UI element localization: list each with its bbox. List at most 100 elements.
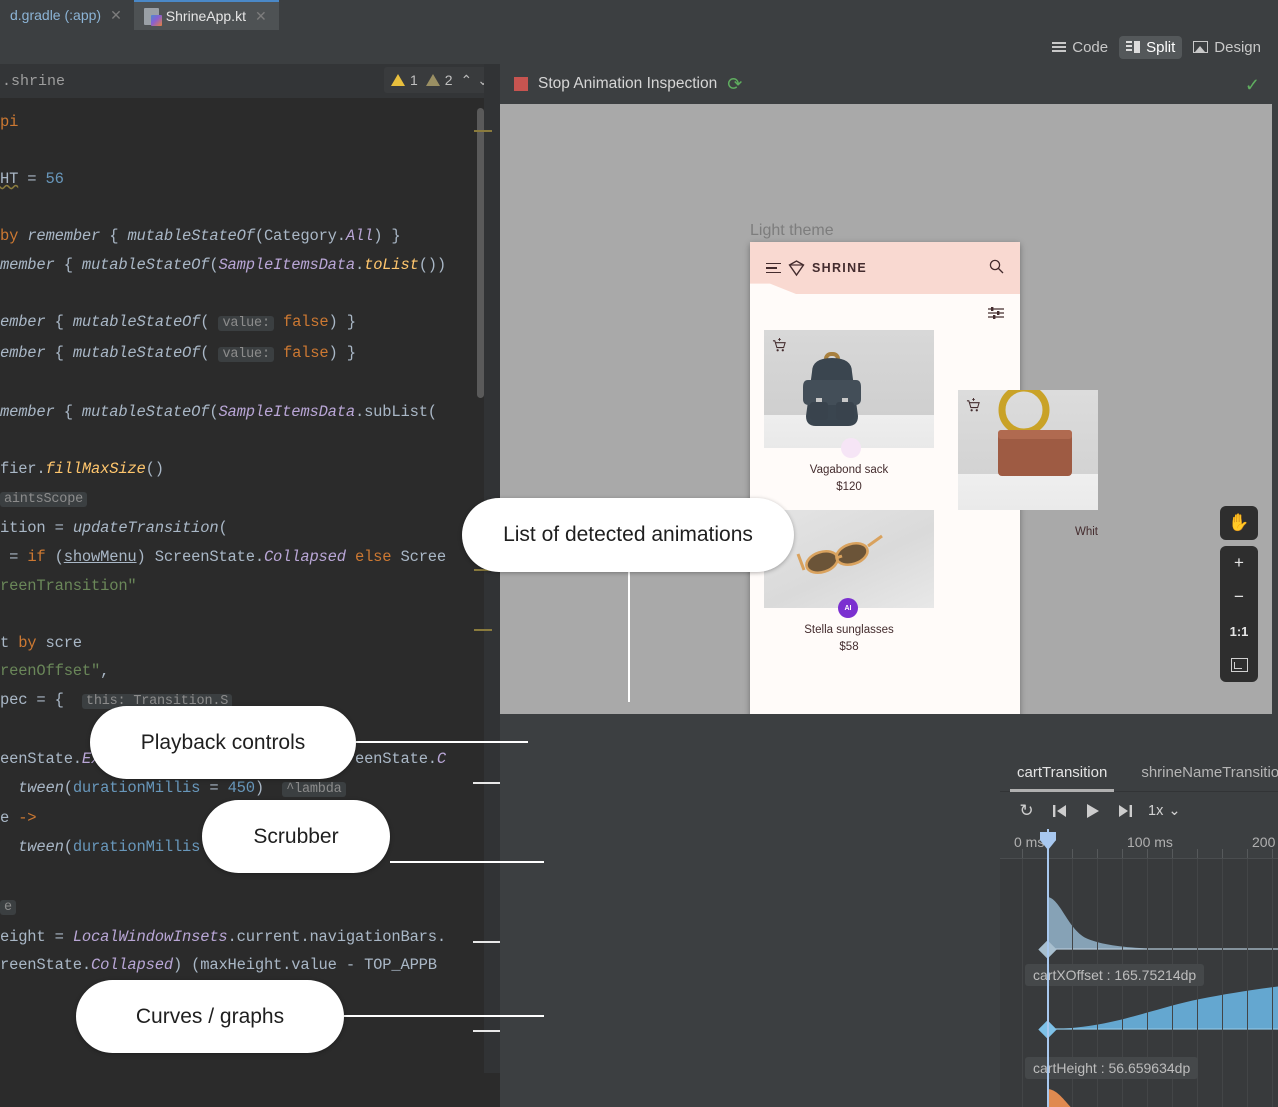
animation-tab-label: shrineNameTransition <box>1141 764 1278 781</box>
code-text-area[interactable]: pi HT = 56 by remember { mutableStateOf(… <box>0 98 483 1107</box>
product-card[interactable]: Vagabond sack $120 <box>764 330 934 493</box>
loop-button[interactable]: ↻ <box>1010 796 1043 826</box>
search-icon[interactable] <box>989 259 1004 278</box>
app-brand-label: SHRINE <box>812 261 867 275</box>
editor-tab-strip: d.gradle (:app) ✕ ShrineApp.kt ✕ <box>0 0 1278 30</box>
editor-warning-marker[interactable] <box>474 629 492 631</box>
animation-tab-bar: cartTransition shrineNameTransition menu… <box>1000 754 1278 792</box>
design-preview-pane: Stop Animation Inspection ⟳ ✓ Light them… <box>500 64 1278 1107</box>
diamond-logo-icon <box>788 260 805 277</box>
callout-playback-controls: Playback controls <box>90 706 356 779</box>
view-mode-label: Split <box>1146 39 1175 56</box>
close-icon[interactable]: ✕ <box>255 8 267 25</box>
zoom-tool-group: + − 1:1 <box>1220 546 1258 682</box>
fit-screen-icon[interactable] <box>1220 648 1258 682</box>
callout-scrubber: Scrubber <box>202 800 390 873</box>
callout-leader-line <box>390 861 544 863</box>
view-mode-label: Code <box>1072 39 1108 56</box>
callout-leader-line <box>356 741 528 743</box>
view-mode-split[interactable]: Split <box>1119 36 1182 59</box>
actual-size-button[interactable]: 1:1 <box>1220 614 1258 648</box>
timeline-tick-label: 100 ms <box>1127 834 1173 850</box>
stop-animation-inspection-button[interactable]: Stop Animation Inspection <box>538 75 717 93</box>
curve-value-label: cartXOffset : 165.75214dp <box>1025 964 1204 986</box>
curve-gridline <box>1222 859 1223 1107</box>
stop-square-icon[interactable] <box>514 77 528 91</box>
product-name: Stella sunglasses <box>764 624 934 636</box>
timeline-tick-label: 200 ms <box>1252 834 1278 850</box>
timeline-tick <box>1197 849 1198 858</box>
product-price: $58 <box>764 641 934 653</box>
preview-device-frame[interactable]: SHRINE <box>750 242 1020 714</box>
callout-list-of-animations: List of detected animations <box>462 498 794 572</box>
playback-controls: ↻ 1x ⌄ ⇄ Closed ▼ to <box>1000 792 1278 829</box>
inspection-widget[interactable]: 1 2 ⌃ ⌄ <box>384 67 496 93</box>
tune-icon[interactable] <box>988 306 1004 325</box>
kotlin-file-icon <box>144 8 159 25</box>
playback-speed-dropdown[interactable]: 1x ⌄ <box>1148 803 1180 819</box>
preview-toolbar: Stop Animation Inspection ⟳ ✓ <box>500 64 1278 104</box>
timeline-tick <box>1122 849 1123 858</box>
hand-icon[interactable]: ✋ <box>1220 506 1258 540</box>
timeline-ticks <box>1000 849 1278 858</box>
editor-tab-label: d.gradle (:app) <box>10 7 101 23</box>
callout-text: Curves / graphs <box>136 1005 284 1029</box>
weak-warning-count: 2 <box>445 72 453 88</box>
editor-caret-marker <box>473 1030 500 1032</box>
skip-to-end-button[interactable] <box>1109 796 1142 826</box>
animation-curves-area[interactable]: cartXOffset : 165.75214dp cartHeight : 5… <box>1000 859 1278 1107</box>
code-editor-pane: .shrine 1 2 ⌃ ⌄ pi HT = 56 by remember {… <box>0 64 500 1107</box>
preview-zoom-controls: ✋ + − 1:1 <box>1220 506 1258 682</box>
refresh-icon[interactable]: ⟳ <box>727 74 742 95</box>
editor-scrollbar[interactable] <box>477 108 484 398</box>
editor-caret-marker <box>473 941 500 943</box>
callout-curves-graphs: Curves / graphs <box>76 980 344 1053</box>
close-icon[interactable]: ✕ <box>110 7 122 24</box>
curve-gridline <box>1022 859 1023 1107</box>
timeline-tick <box>1097 849 1098 858</box>
timeline-tick-label: 0 ms <box>1014 834 1044 850</box>
editor-tab-shrineapp[interactable]: ShrineApp.kt ✕ <box>134 0 279 30</box>
skip-to-start-button[interactable] <box>1043 796 1076 826</box>
weak-warning-triangle-icon <box>426 74 440 86</box>
product-card[interactable]: Whit <box>958 390 1098 538</box>
timeline-tick <box>1147 849 1148 858</box>
view-mode-design[interactable]: Design <box>1186 36 1268 59</box>
editor-caret-marker <box>473 782 500 784</box>
image-icon <box>1193 41 1208 53</box>
hamburger-icon[interactable] <box>766 263 781 274</box>
breadcrumb[interactable]: .shrine <box>0 73 65 90</box>
preview-canvas[interactable]: Light theme SHRINE <box>500 104 1272 714</box>
play-button[interactable] <box>1076 796 1109 826</box>
scrubber-line[interactable] <box>1047 829 1049 1107</box>
chevron-down-icon: ⌄ <box>1168 803 1180 819</box>
warning-count: 1 <box>410 72 418 88</box>
timeline-tick <box>1022 849 1023 858</box>
prev-problem-icon[interactable]: ⌃ <box>461 72 473 89</box>
callout-text: Scrubber <box>253 825 338 849</box>
callout-text: List of detected animations <box>503 523 753 547</box>
product-image <box>958 390 1098 510</box>
callout-leader-line <box>628 566 630 702</box>
pan-tool-group: ✋ <box>1220 506 1258 540</box>
timeline-tick <box>1272 849 1273 858</box>
curve-gridline <box>1272 859 1273 1107</box>
product-image <box>764 330 934 448</box>
status-badge: AI <box>838 598 858 618</box>
view-mode-label: Design <box>1214 39 1261 56</box>
timeline-tick <box>1222 849 1223 858</box>
playback-speed-value: 1x <box>1148 803 1163 819</box>
editor-tab-gradle[interactable]: d.gradle (:app) ✕ <box>0 0 134 30</box>
editor-warning-marker[interactable] <box>474 130 492 132</box>
zoom-out-button[interactable]: − <box>1220 580 1258 614</box>
view-mode-code[interactable]: Code <box>1045 36 1115 59</box>
animation-tab-shrineNameTransition[interactable]: shrineNameTransition <box>1124 754 1278 792</box>
green-check-icon: ✓ <box>1245 75 1260 96</box>
editor-breadcrumb-bar: .shrine 1 2 ⌃ ⌄ <box>0 64 500 98</box>
timeline-tick <box>1247 849 1248 858</box>
animation-tab-cartTransition[interactable]: cartTransition <box>1000 754 1124 792</box>
zoom-in-button[interactable]: + <box>1220 546 1258 580</box>
timeline-tick <box>1072 849 1073 858</box>
product-price: $120 <box>764 481 934 493</box>
callout-text: Playback controls <box>141 731 306 755</box>
